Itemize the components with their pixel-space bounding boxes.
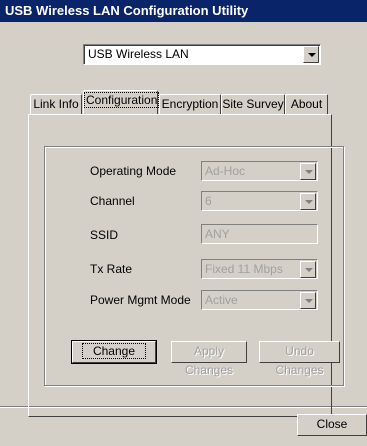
apply-changes-label: Apply Changes	[184, 344, 234, 377]
change-button[interactable]: Change	[71, 340, 157, 364]
device-select-value: USB Wireless LAN	[88, 47, 189, 61]
tab-label: Site Survey	[222, 97, 284, 111]
window-title: USB Wireless LAN Configuration Utility	[5, 3, 249, 18]
chevron-down-icon	[300, 292, 316, 309]
undo-changes-label: Undo Changes	[275, 344, 324, 377]
tx-rate-value: Fixed 11 Mbps	[205, 262, 283, 276]
chevron-down-icon[interactable]	[303, 46, 319, 63]
change-button-label: Change	[81, 343, 147, 359]
tab-link-info[interactable]: Link Info	[30, 94, 82, 114]
tab-label: Encryption	[161, 97, 219, 111]
undo-changes-button: Undo Changes	[259, 341, 340, 377]
tx-rate-label: Tx Rate	[90, 262, 133, 276]
tab-about[interactable]: About	[285, 94, 328, 114]
power-mode-select: Active	[201, 290, 318, 310]
chevron-down-icon	[300, 163, 316, 180]
chevron-down-icon	[300, 193, 316, 210]
channel-value: 6	[205, 194, 212, 208]
tx-rate-select: Fixed 11 Mbps	[201, 259, 318, 279]
close-button-label: Close	[316, 417, 348, 431]
ssid-field: ANY	[201, 224, 318, 244]
tab-configuration[interactable]: Configuration	[83, 90, 160, 114]
channel-select: 6	[201, 191, 318, 211]
power-mode-label: Power Mgmt Mode	[90, 293, 191, 307]
tab-encryption[interactable]: Encryption	[159, 94, 221, 114]
channel-label: Channel	[90, 194, 135, 208]
device-select[interactable]: USB Wireless LAN	[83, 44, 321, 65]
apply-changes-button: Apply Changes	[171, 341, 247, 377]
tab-label: About	[290, 97, 323, 111]
tab-label: Configuration	[84, 92, 160, 108]
operating-mode-label: Operating Mode	[90, 164, 177, 178]
chevron-down-icon	[300, 261, 316, 278]
ssid-label: SSID	[90, 228, 119, 242]
operating-mode-select: Ad-Hoc	[201, 161, 318, 181]
close-button[interactable]: Close	[297, 414, 367, 436]
tab-label: Link Info	[33, 97, 79, 111]
title-bar: USB Wireless LAN Configuration Utility	[0, 0, 367, 22]
tab-site-survey[interactable]: Site Survey	[221, 94, 285, 114]
operating-mode-value: Ad-Hoc	[205, 164, 246, 178]
power-mode-value: Active	[205, 293, 238, 307]
ssid-value: ANY	[205, 227, 230, 241]
